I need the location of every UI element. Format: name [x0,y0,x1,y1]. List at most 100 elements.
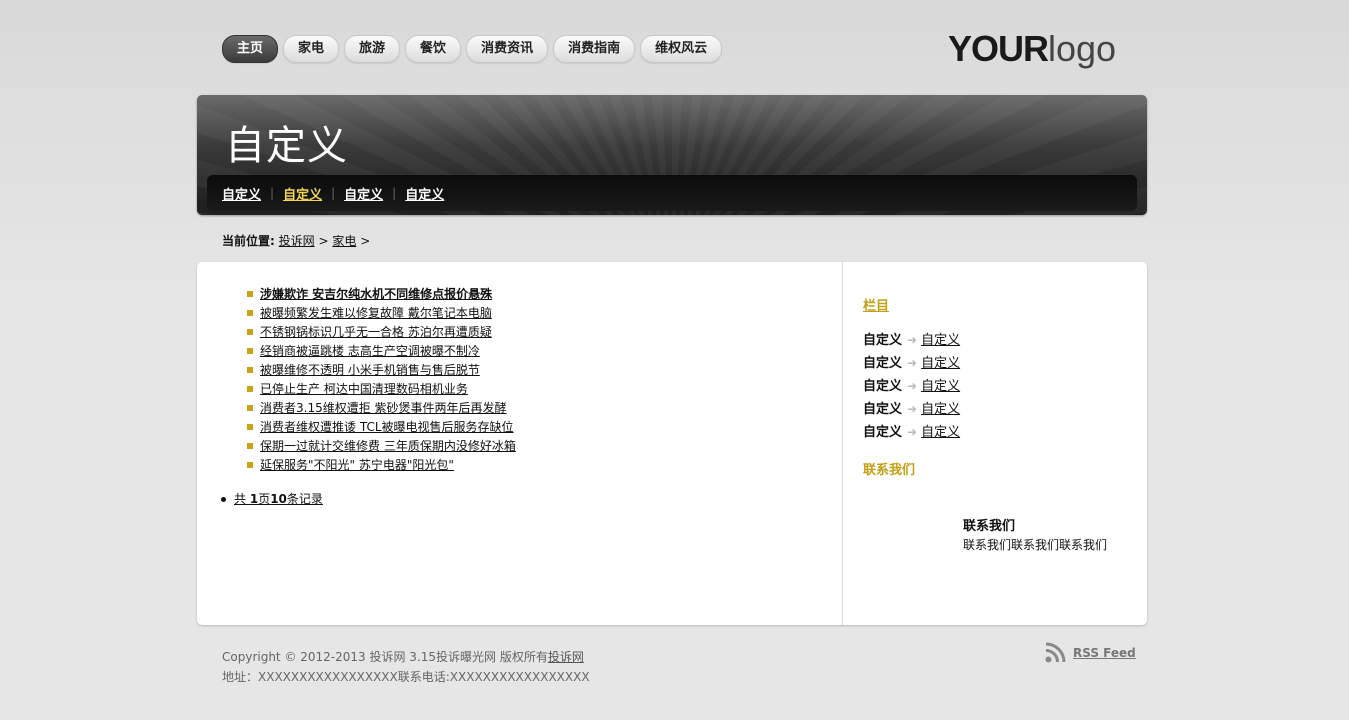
sidebar-column-heading[interactable]: 栏目 [863,295,889,314]
arrow-right-icon: ➜ [907,402,918,416]
pager: 共 1页10条记录 [221,490,323,507]
bullet-icon [247,405,253,411]
list-item: 保期一过就计交维修费 三年质保期内没修好冰箱 [247,437,516,456]
subnav-link-2[interactable]: 自定义 [283,184,322,203]
sidebar-item-link[interactable]: 自定义 [921,379,960,394]
sidebar-item-link[interactable]: 自定义 [921,402,960,417]
bullet-icon [247,310,253,316]
article-link[interactable]: 涉嫌欺诈 安吉尔纯水机不同维修点报价悬殊 [260,287,492,301]
sidebar-item: 自定义 ➜ 自定义 [863,352,960,375]
pager-suffix: 条记录 [286,492,323,506]
breadcrumb-separator: > [318,234,329,248]
footer-copyright: Copyright © 2012-2013 投诉网 3.15投诉曝光网 版权所有… [222,647,590,667]
sub-nav: 自定义 | 自定义 | 自定义 | 自定义 [207,175,1137,211]
bullet-icon [247,329,253,335]
breadcrumb-separator: > [360,234,371,248]
article-link[interactable]: 不锈钢锅标识几乎无一合格 苏泊尔再遭质疑 [260,325,492,339]
sidebar-item-link[interactable]: 自定义 [921,356,960,371]
arrow-right-icon: ➜ [907,379,918,393]
sidebar-item-label: 自定义 [863,425,903,440]
sidebar-item: 自定义 ➜ 自定义 [863,398,960,421]
contact-text: 联系我们联系我们联系我们 [963,538,1108,552]
rss-label[interactable]: RSS Feed [1073,646,1136,660]
article-link[interactable]: 消费者维权遭推诿 TCL被曝电视售后服务存缺位 [260,420,514,434]
sidebar-item: 自定义 ➜ 自定义 [863,375,960,398]
article-link[interactable]: 经销商被逼跳楼 志高生产空调被曝不制冷 [260,344,480,358]
sidebar-item: 自定义 ➜ 自定义 [863,421,960,444]
banner: 自定义 自定义 | 自定义 | 自定义 | 自定义 [197,95,1147,215]
dot-icon [221,497,226,502]
article-link[interactable]: 保期一过就计交维修费 三年质保期内没修好冰箱 [260,439,516,453]
nav-tab-travel[interactable]: 旅游 [344,35,401,63]
subnav-link-1[interactable]: 自定义 [222,184,261,203]
vertical-divider [842,262,843,625]
sidebar-item: 自定义 ➜ 自定义 [863,329,960,352]
subnav-separator: | [270,186,275,200]
list-item: 消费者维权遭推诿 TCL被曝电视售后服务存缺位 [247,418,516,437]
rss-feed-link[interactable]: RSS Feed [1045,642,1136,663]
pager-link[interactable]: 共 1页10条记录 [234,492,323,506]
article-link[interactable]: 被曝频繁发生难以修复故障 戴尔笔记本电脑 [260,306,492,320]
sidebar-item-link[interactable]: 自定义 [921,425,960,440]
footer: Copyright © 2012-2013 投诉网 3.15投诉曝光网 版权所有… [222,647,590,687]
list-item: 消费者3.15维权遭拒 紫砂煲事件两年后再发酵 [247,399,516,418]
banner-title: 自定义 [225,123,348,169]
sidebar-contact-heading: 联系我们 [863,463,916,478]
bullet-icon [247,291,253,297]
sidebar-item-label: 自定义 [863,356,903,371]
arrow-right-icon: ➜ [907,333,918,347]
nav-tab-home[interactable]: 主页 [222,35,279,63]
logo-thin-text: logo [1048,28,1117,69]
footer-address: 地址：XXXXXXXXXXXXXXXXX联系电话:XXXXXXXXXXXXXXX… [222,670,590,684]
bullet-icon [247,462,253,468]
sidebar-list: 自定义 ➜ 自定义 自定义 ➜ 自定义 自定义 ➜ 自定义 自定义 ➜ 自定义 自定义 ➜ 自定义 [863,329,960,444]
content-panel: 涉嫌欺诈 安吉尔纯水机不同维修点报价悬殊 被曝频繁发生难以修复故障 戴尔笔记本电… [197,262,1147,625]
contact-title: 联系我们 [963,519,1016,534]
copyright-link[interactable]: 投诉网 [548,650,584,664]
site-logo[interactable]: YOURlogo [948,28,1116,70]
breadcrumb-link-home[interactable]: 投诉网 [279,234,315,248]
breadcrumb-label: 当前位置: [222,234,275,248]
subnav-separator: | [331,186,336,200]
list-item: 延保服务"不阳光" 苏宁电器"阳光包" [247,456,516,475]
breadcrumb-link-appliances[interactable]: 家电 [332,234,356,248]
list-item: 已停止生产 柯达中国清理数码相机业务 [247,380,516,399]
sidebar-item-link[interactable]: 自定义 [921,333,960,348]
sidebar-item-label: 自定义 [863,379,903,394]
logo-bold-text: YOUR [948,28,1049,69]
pager-page-count: 1 [249,492,259,506]
copyright-text: Copyright © 2012-2013 投诉网 3.15投诉曝光网 版权所有 [222,650,548,664]
rss-icon [1045,642,1066,663]
subnav-link-4[interactable]: 自定义 [405,184,444,203]
nav-tab-consumer-news[interactable]: 消费资讯 [466,35,549,63]
bullet-icon [247,348,253,354]
list-item: 经销商被逼跳楼 志高生产空调被曝不制冷 [247,342,516,361]
bullet-icon [247,386,253,392]
article-link[interactable]: 消费者3.15维权遭拒 紫砂煲事件两年后再发酵 [260,401,507,415]
pager-prefix: 共 [234,492,250,506]
article-list: 涉嫌欺诈 安吉尔纯水机不同维修点报价悬殊 被曝频繁发生难以修复故障 戴尔笔记本电… [247,285,516,475]
article-link[interactable]: 已停止生产 柯达中国清理数码相机业务 [260,382,468,396]
sidebar-item-label: 自定义 [863,402,903,417]
arrow-right-icon: ➜ [907,425,918,439]
nav-tab-appliances[interactable]: 家电 [283,35,340,63]
main-nav: 主页 家电 旅游 餐饮 消费资讯 消费指南 维权风云 [222,35,723,63]
bullet-icon [247,424,253,430]
nav-tab-rights[interactable]: 维权风云 [640,35,723,63]
article-link[interactable]: 延保服务"不阳光" 苏宁电器"阳光包" [260,458,454,472]
nav-tab-consumer-guide[interactable]: 消费指南 [553,35,636,63]
subnav-separator: | [392,186,397,200]
pager-record-count: 10 [270,492,287,506]
list-item: 被曝维修不透明 小米手机销售与售后脱节 [247,361,516,380]
subnav-link-3[interactable]: 自定义 [344,184,383,203]
nav-tab-dining[interactable]: 餐饮 [405,35,462,63]
bullet-icon [247,367,253,373]
contact-box: 联系我们 联系我们联系我们联系我们 [963,517,1107,555]
bullet-icon [247,443,253,449]
article-link[interactable]: 被曝维修不透明 小米手机销售与售后脱节 [260,363,480,377]
sidebar-item-label: 自定义 [863,333,903,348]
list-item: 涉嫌欺诈 安吉尔纯水机不同维修点报价悬殊 [247,285,516,304]
breadcrumb: 当前位置: 投诉网 > 家电 > [222,232,370,249]
arrow-right-icon: ➜ [907,356,918,370]
list-item: 被曝频繁发生难以修复故障 戴尔笔记本电脑 [247,304,516,323]
